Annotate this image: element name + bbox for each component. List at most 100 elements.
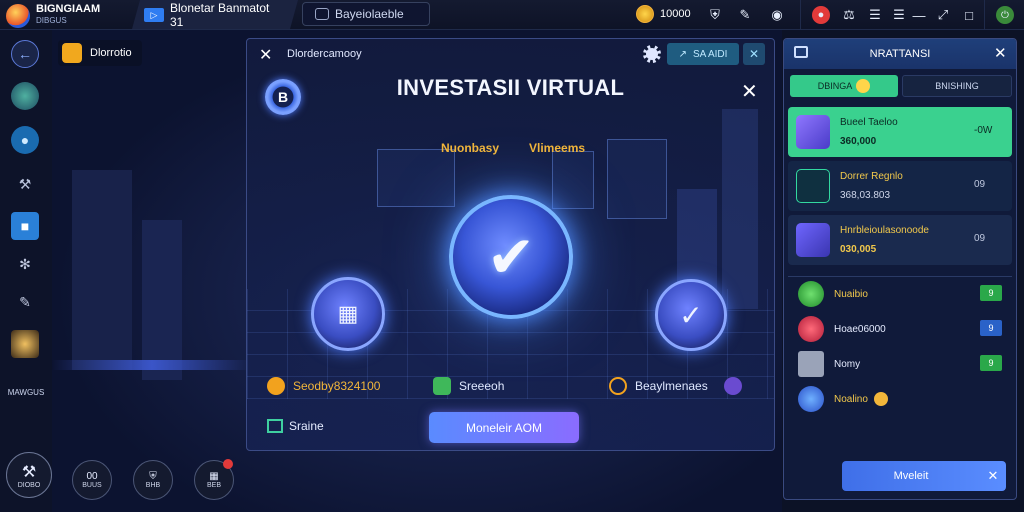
- timer-label: BUUS: [82, 482, 102, 489]
- cube-icon: [433, 377, 451, 395]
- character-icon[interactable]: [11, 330, 39, 358]
- app-name: BIGNGIAAM: [36, 3, 101, 15]
- shield-icon: ⛨: [149, 471, 157, 482]
- settings-icon[interactable]: ✻: [11, 250, 39, 278]
- lab-icon[interactable]: ⚖: [840, 6, 858, 24]
- tab-secondary[interactable]: Bayeiolaeble: [302, 2, 430, 26]
- stat-3-label: Beaylmenaes: [635, 379, 708, 393]
- investment-change: -0W: [974, 125, 993, 136]
- shield-label: BHB: [145, 482, 161, 489]
- folder-icon[interactable]: ■: [11, 212, 39, 240]
- tab-secondary-label: Bayeiolaeble: [335, 7, 404, 21]
- shield-button[interactable]: ⛨ BHB: [133, 460, 173, 500]
- header-pill-button[interactable]: ↗ SA AIDI: [667, 43, 739, 65]
- portfolio-panel: NRATTANSI ✕ DBINGA BNISHING Bueel Taeloo…: [783, 38, 1017, 500]
- gem-icon: [723, 377, 742, 395]
- wrench-icon[interactable]: ⚒: [11, 170, 39, 198]
- list-item[interactable]: Nuaibio 9: [798, 279, 1008, 309]
- calendar-medal[interactable]: ▦: [311, 277, 385, 351]
- edit-icon[interactable]: ✎: [11, 288, 39, 316]
- list-item-badge[interactable]: 9: [980, 320, 1002, 336]
- avatar-icon[interactable]: [11, 82, 39, 110]
- investment-name: Bueel Taeloo: [840, 117, 898, 128]
- header-close-button[interactable]: ✕: [743, 43, 765, 65]
- main-action-button[interactable]: Moneleir AOM: [429, 412, 579, 443]
- back-button[interactable]: ←: [11, 40, 39, 68]
- divider: [984, 0, 985, 30]
- hologram-bars: [552, 151, 594, 209]
- investment-change: 09: [974, 179, 986, 190]
- portfolio-title: NRATTANSI: [869, 48, 931, 60]
- list-item[interactable]: Nomy 9: [798, 349, 1008, 379]
- tab-main[interactable]: ▷ Blonetar Banmatot 31: [132, 0, 298, 29]
- bottom-left-item[interactable]: Sraine: [267, 419, 324, 433]
- power-icon[interactable]: ⏻: [996, 6, 1014, 24]
- stat-2-label: Sreeeoh: [459, 379, 505, 393]
- gear-icon[interactable]: [643, 45, 661, 63]
- record-icon[interactable]: ●: [812, 6, 830, 24]
- tab-active[interactable]: DBINGA: [790, 75, 898, 97]
- tab-active-label: DBINGA: [817, 81, 853, 91]
- stat-3: Beaylmenaes: [609, 377, 742, 395]
- smile-icon: [856, 79, 871, 93]
- tab-main-icon: ▷: [144, 8, 164, 22]
- timer-button[interactable]: 00 BUUS: [72, 460, 112, 500]
- tab-inactive[interactable]: BNISHING: [902, 75, 1012, 97]
- scene-title-pill[interactable]: Dlorrotio: [58, 40, 142, 66]
- timer-value: 00: [86, 471, 98, 482]
- tools-label: DIOBO: [17, 481, 41, 489]
- panel-title: INVESTASII VIRTUAL: [396, 75, 625, 100]
- checkmark-badge[interactable]: ✔: [449, 195, 573, 319]
- coin-counter[interactable]: 10000: [636, 5, 691, 23]
- left-sidebar: ← ● ⚒ ■ ✻ ✎ MAWGUS: [0, 30, 52, 512]
- panel-close-icon[interactable]: ✕: [741, 79, 758, 104]
- tools-button[interactable]: ⚒ DIOBO: [6, 452, 52, 498]
- blue-pill-icon: [798, 386, 824, 412]
- list-item[interactable]: Hoae06000 9: [798, 314, 1008, 344]
- portfolio-close-icon[interactable]: ✕: [994, 44, 1007, 62]
- menu-icon[interactable]: ☰: [866, 6, 884, 24]
- investment-name: Hnrbleioulasonoode: [840, 225, 929, 236]
- coin-icon: [636, 5, 654, 23]
- list-item[interactable]: Noalino: [798, 384, 1008, 414]
- tab-inactive-label: BNISHING: [935, 81, 979, 91]
- building: [142, 220, 182, 380]
- hologram-globe: [607, 139, 667, 219]
- gift-button[interactable]: ▦ BEB: [194, 459, 234, 500]
- close-icon[interactable]: ✕: [259, 45, 272, 65]
- bottom-left-label: Sraine: [289, 419, 324, 433]
- pencil-icon[interactable]: ✎: [736, 6, 754, 24]
- green-gem-icon: [798, 281, 824, 307]
- list-item-label: Nuaibio: [834, 288, 868, 300]
- portfolio-action-button[interactable]: Mveleit ✕: [842, 461, 1006, 491]
- compass-icon: [609, 377, 627, 395]
- globe-icon[interactable]: ●: [11, 126, 39, 154]
- divider: [788, 276, 1012, 277]
- coin-value: 10000: [660, 8, 691, 20]
- list-item-badge[interactable]: 9: [980, 285, 1002, 301]
- maximize-icon[interactable]: □: [960, 6, 978, 24]
- grid-icon: [267, 419, 283, 433]
- trophy-icon: [267, 377, 285, 395]
- shield-icon[interactable]: ⛨: [706, 6, 724, 24]
- list-icon[interactable]: ☰: [890, 6, 908, 24]
- building: [72, 170, 132, 370]
- investment-card[interactable]: Hnrbleioulasonoode 030,005 09: [788, 215, 1012, 265]
- investment-card[interactable]: Dorrer Regnlo 368,03.803 09: [788, 161, 1012, 211]
- cube-icon: [796, 223, 830, 257]
- label-right: Vlimeems: [529, 141, 586, 155]
- list-item-badge[interactable]: 9: [980, 355, 1002, 371]
- stat-1: Seodby8324100: [267, 377, 380, 395]
- minimize-icon[interactable]: —: [910, 6, 928, 24]
- gamepad-icon[interactable]: ◉: [768, 6, 786, 24]
- sidebar-bottom-label: MAWGUS: [7, 388, 45, 397]
- portfolio-header: NRATTANSI ✕: [784, 39, 1016, 69]
- check-medal[interactable]: ✓: [655, 279, 727, 351]
- divider: [800, 0, 801, 30]
- app-logo[interactable]: BIGNGIAAM DIBGUS: [6, 2, 126, 28]
- app-subtitle: DIBGUS: [36, 16, 67, 25]
- investment-card[interactable]: Bueel Taeloo 360,000 -0W: [788, 107, 1012, 157]
- panel-header-name: Dlordercamooy: [287, 48, 362, 60]
- resize-icon[interactable]: ⤢: [934, 6, 952, 24]
- checkmark-icon: ✔: [486, 225, 536, 290]
